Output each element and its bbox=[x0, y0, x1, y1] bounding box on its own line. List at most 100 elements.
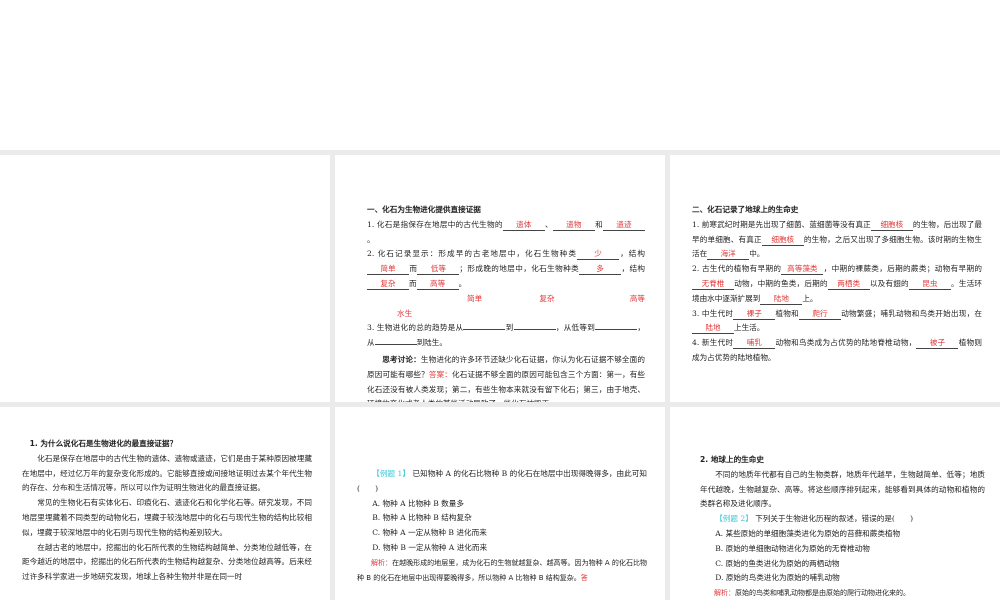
slide-thumbnail-6[interactable]: 2. 地球上的生命史 不同的地质年代都有自己的生物类群，地质年代越早，生物越简单… bbox=[670, 407, 1000, 600]
slide-thumbnail-1[interactable] bbox=[0, 155, 330, 402]
item-text: ；形成晚的地层中，化石生物种类 bbox=[459, 264, 580, 274]
discussion-label: 思考讨论： bbox=[382, 354, 421, 364]
analysis-text: 原始的鸟类和哺乳动物都是由原始的爬行动物进化来的。 bbox=[735, 589, 910, 598]
item-text: 动物和鸟类成为占优势的陆地脊椎动物， bbox=[775, 338, 917, 348]
item-text: 3. 中生代时 bbox=[692, 308, 734, 318]
fill-in-blank: 裸子 bbox=[733, 309, 776, 320]
option: A. 物种 A 比物种 B 数量多 bbox=[372, 498, 464, 508]
fill-in-blank: 陆地 bbox=[692, 323, 734, 335]
paragraph: 化石是保存在地层中的古代生物的遗体、遗物或遗迹，它们是由于某种原因被埋藏在地层中… bbox=[22, 453, 312, 493]
fill-in-blank: 高等藻类 bbox=[781, 264, 824, 276]
numbered-item: 2. 古生代的植物有早期的 高等藻类 ，中期的裸蕨类，后期的蕨类；动物有早期的无脊椎… bbox=[692, 262, 982, 306]
numbered-item: 1. 化石是指保存在地层中的古代生物的 遗体、遗物和遗迹。 bbox=[367, 218, 646, 248]
option: B. 物种 A 比物种 B 结构复杂 bbox=[372, 513, 472, 523]
option: C. 原始的鱼类进化为原始的两栖动物 bbox=[715, 558, 840, 568]
item-text: 3. 生物进化的总的趋势是从 bbox=[367, 323, 464, 333]
analysis-text: 在越晚形成的地层里，成为化石的生物就越复杂、越高等。因为物种 A 的化石比物种 … bbox=[357, 558, 647, 582]
fill-in-blank: 遗迹 bbox=[603, 220, 646, 231]
item-text: 植物和 bbox=[775, 308, 799, 318]
numbered-item: 3. 中生代时 裸子 植物和 爬行 动物繁盛；哺乳动物和鸟类开始出现，在陆地 上生活。 bbox=[692, 307, 982, 337]
answer-label: 答 bbox=[580, 573, 588, 582]
item-text: 和 bbox=[594, 219, 604, 229]
item-text: 中。 bbox=[749, 249, 765, 259]
fill-in-blank bbox=[595, 329, 638, 331]
example-tag: 【例题 1】 bbox=[372, 469, 411, 478]
option: C. 物种 A 一定从物种 B 进化而来 bbox=[372, 528, 487, 538]
example-question: 【例题 2】 下列关于生物进化历程的叙述，错误的是( ) bbox=[700, 512, 985, 527]
analysis-label: 解析： bbox=[714, 589, 735, 598]
slide-thumbnail-3[interactable]: 二、化石记录了地球上的生命史 1. 前寒武纪时期是先出现了细菌、蓝细菌等没有真正… bbox=[670, 155, 1000, 402]
example-question: 【例题 1】 已知物种 A 的化石比物种 B 的化石在地层中出现得晚得多，由此可… bbox=[357, 467, 647, 497]
item-text: 上。 bbox=[802, 293, 818, 303]
option: D. 物种 B 一定从物种 A 进化而来 bbox=[372, 542, 488, 552]
analysis: 解析：原始的鸟类和哺乳动物都是由原始的爬行动物进化来的。 bbox=[700, 586, 985, 600]
slide-thumbnail-4[interactable]: 1. 为什么说化石是生物进化的最直接证据？ 化石是保存在地层中的古代生物的遗体、… bbox=[0, 407, 330, 600]
item-text: 动物繁盛；哺乳动物和鸟类开始出现，在 bbox=[840, 308, 982, 318]
item-text: 。 bbox=[367, 234, 375, 244]
analysis: 解析：在越晚形成的地层里，成为化石的生物就越复杂、越高等。因为物种 A 的化石比… bbox=[357, 556, 647, 586]
item-text: 而 bbox=[409, 278, 417, 288]
fill-in-blank: 细胞核 bbox=[761, 235, 804, 246]
fill-in-blank: 少 bbox=[577, 249, 620, 261]
question-heading: 1. 为什么说化石是生物进化的最直接证据？ bbox=[29, 439, 178, 448]
item-text: 4. 新生代时 bbox=[692, 338, 734, 348]
paragraph: 常见的生物化石有实体化石、印痕化石、遗迹化石和化学化石等。研究发现，不同地层里埋… bbox=[22, 498, 312, 537]
fill-in-blank: 细胞核 bbox=[870, 220, 913, 231]
fill-in-blank: 多 bbox=[579, 264, 622, 276]
section-heading: 一、化石为生物进化提供直接证据 bbox=[367, 205, 481, 214]
item-text: 而 bbox=[409, 264, 418, 274]
fill-in-blank: 两栖类 bbox=[827, 279, 870, 290]
fill-in-blank: 被子 bbox=[916, 338, 959, 350]
item-text: 到 bbox=[505, 323, 514, 333]
section-heading: 2. 地球上的生命史 bbox=[700, 455, 764, 464]
item-text: ，结构 bbox=[621, 264, 646, 274]
item-text: 、 bbox=[544, 219, 553, 229]
fill-in-blank bbox=[374, 344, 417, 346]
item-text: 以及有翅的 bbox=[869, 278, 909, 288]
item-text: 。 bbox=[458, 278, 467, 288]
fill-in-blank bbox=[463, 329, 506, 331]
fill-in-blank: 陆地 bbox=[760, 294, 803, 305]
example-tag: 【例题 2】 bbox=[715, 514, 753, 524]
discussion: 思考讨论：生物进化的许多环节还缺少化石证据，你认为化石证据不够全面的原因可能有哪… bbox=[367, 353, 645, 402]
analysis-label: 解析： bbox=[371, 558, 393, 567]
numbered-item: 1. 前寒武纪时期是先出现了细菌、蓝细菌等没有真正 细胞核 的生物，后出现了最早的单… bbox=[692, 218, 982, 262]
item-text: ，中期的裸蕨类，后期的蕨类；动物有早期的 bbox=[823, 264, 982, 274]
fill-in-blank: 低等 bbox=[417, 264, 460, 276]
numbered-item: 3. 生物进化的总的趋势是从到，从低等到 ，从 到陆生。 bbox=[367, 321, 645, 351]
question-text: 下列关于生物进化历程的叙述，错误的是( ) bbox=[755, 514, 914, 524]
answer-word: 水生 bbox=[397, 308, 413, 318]
answer-word: 高等 bbox=[629, 293, 645, 303]
answer-row: 简单 复杂 高等 水生 bbox=[367, 292, 645, 322]
answer-label: 答案： bbox=[428, 369, 452, 379]
item-text: ，结构 bbox=[619, 249, 646, 259]
fill-in-blank: 哺乳 bbox=[733, 338, 776, 350]
numbered-item: 4. 新生代时 哺乳 动物和鸟类成为占优势的陆地脊椎动物， 被子 植物则成为占优势的陆地… bbox=[692, 336, 982, 366]
paragraph: 不同的地质年代都有自己的生物类群，地质年代越早，生物越简单、低等；地质年代越晚，… bbox=[700, 469, 985, 509]
fill-in-blank: 复杂 bbox=[367, 279, 409, 290]
slide-thumbnail-5[interactable]: 【例题 1】 已知物种 A 的化石比物种 B 的化石在地层中出现得晚得多，由此可… bbox=[335, 407, 665, 600]
option: B. 原始的单细胞动物进化为原始的无脊椎动物 bbox=[715, 543, 870, 553]
item-text: 1. 前寒武纪时期是先出现了细菌、蓝细菌等没有真正 bbox=[692, 219, 871, 229]
fill-in-blank: 遗物 bbox=[552, 220, 595, 231]
fill-in-blank bbox=[513, 329, 556, 331]
option: D. 原始的鸟类进化为原始的哺乳动物 bbox=[715, 573, 840, 583]
fill-in-blank: 海洋 bbox=[707, 249, 750, 261]
fill-in-blank: 高等 bbox=[416, 279, 459, 290]
numbered-item: 2. 化石记录显示：形成早的古老地层中，化石生物种类少，结构简单而低等 ；形成晚的… bbox=[367, 247, 645, 291]
fill-in-blank: 爬行 bbox=[798, 309, 841, 320]
option: A. 某些原始的单细胞藻类进化为原始的苔藓和蕨类植物 bbox=[715, 528, 901, 538]
fill-in-blank: 昆虫 bbox=[908, 279, 951, 290]
slide-thumbnail-2[interactable]: 一、化石为生物进化提供直接证据 1. 化石是指保存在地层中的古代生物的 遗体、遗物… bbox=[335, 155, 665, 402]
item-text: 1. 化石是指保存在地层中的古代生物的 bbox=[367, 219, 503, 229]
paragraph: 在越古老的地层中，挖掘出的化石所代表的生物结构越简单、分类地位越低等，在距今越近… bbox=[22, 542, 312, 582]
blank-top-area bbox=[0, 0, 1000, 150]
fill-in-blank: 遗体 bbox=[502, 220, 545, 231]
item-text: 上生活。 bbox=[734, 323, 765, 333]
item-text: 2. 古生代的植物有早期的 bbox=[692, 264, 782, 274]
answer-word: 复杂 bbox=[539, 293, 555, 303]
item-text: 动物，中期的鱼类，后期的 bbox=[734, 278, 828, 288]
fill-in-blank: 简单 bbox=[367, 264, 409, 276]
answer-word: 简单 bbox=[467, 293, 483, 303]
fill-in-blank: 无脊椎 bbox=[692, 279, 734, 290]
